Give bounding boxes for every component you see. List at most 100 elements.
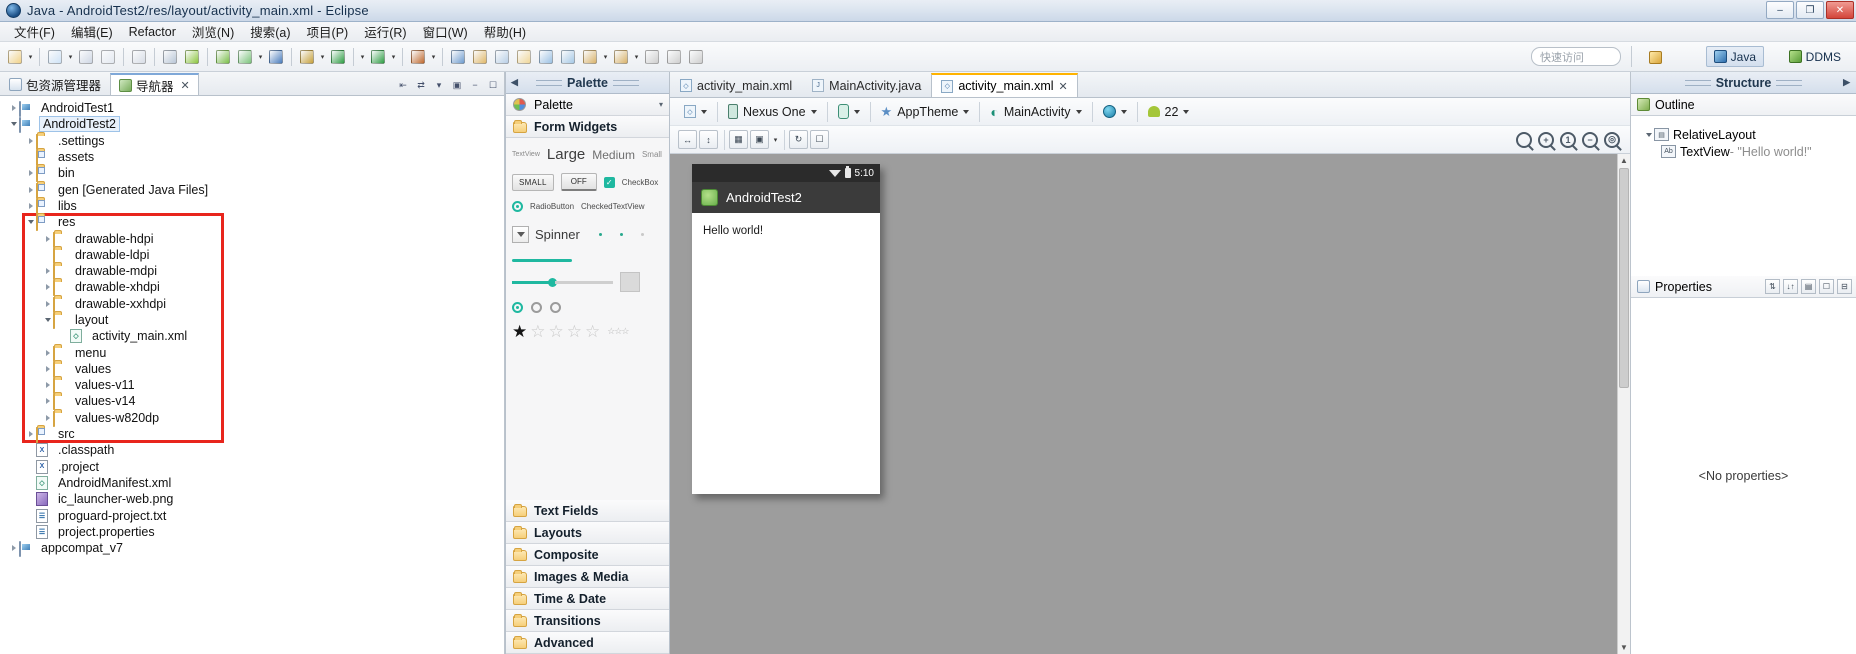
snapshot-button[interactable]: ☐ <box>810 130 829 149</box>
tab-package-explorer[interactable]: 包资源管理器 <box>0 73 110 95</box>
widget-medium-text[interactable]: Medium <box>592 148 635 162</box>
menu-refactor[interactable]: Refactor <box>121 23 184 41</box>
palette-radiogroup-row[interactable] <box>512 302 663 313</box>
tree-row[interactable]: res <box>0 214 504 232</box>
menu-run[interactable]: 运行(R) <box>356 20 414 43</box>
editor-tab-mainactivity-java[interactable]: J MainActivity.java <box>802 73 931 97</box>
tree-row[interactable]: drawable-hdpi <box>0 230 504 248</box>
perspective-ddms[interactable]: DDMS <box>1782 46 1848 67</box>
tree-row[interactable]: layout <box>0 312 504 329</box>
twisty-expanded-icon[interactable] <box>8 122 19 127</box>
tree-row[interactable]: bin <box>0 165 504 183</box>
twisty-collapsed-icon[interactable] <box>8 105 19 112</box>
palette-radio-row[interactable]: RadioButton CheckedTextView <box>512 201 663 212</box>
navigator-tree[interactable]: AndroidTest1 AndroidTest2 .settings assets b… <box>0 96 504 654</box>
collapse-all-icon[interactable]: ⇤ <box>396 78 410 92</box>
palette-row-title[interactable]: Palette ▾ <box>506 94 669 116</box>
external-tools-dropdown[interactable]: ▾ <box>429 47 438 67</box>
locale-dropdown[interactable] <box>1097 105 1133 118</box>
palette-ratingbar-row[interactable]: ★ ☆ ☆ ☆ ☆ ☆☆☆ <box>512 323 663 340</box>
minimize-button[interactable]: – <box>1766 1 1794 19</box>
tree-row[interactable]: drawable-mdpi <box>0 263 504 281</box>
device-dropdown[interactable]: Nexus One <box>722 104 823 119</box>
twisty-collapsed-icon[interactable] <box>25 137 36 144</box>
palette-category-text-fields[interactable]: Text Fields <box>506 500 669 522</box>
new-project-button[interactable] <box>492 47 512 67</box>
outline-tree[interactable]: ▤ RelativeLayout Ab TextView - "Hello wo… <box>1631 116 1856 276</box>
editor-tab-activity-main-xml-2[interactable]: ◇ activity_main.xml ✕ <box>931 73 1078 97</box>
tree-row[interactable]: ic_launcher-web.png <box>0 491 504 507</box>
build-button[interactable] <box>297 47 317 67</box>
tree-row[interactable]: values <box>0 361 504 378</box>
menu-help[interactable]: 帮助(H) <box>476 20 534 43</box>
properties-view-button[interactable]: ▤ <box>1801 279 1816 294</box>
save-all-button[interactable] <box>98 47 118 67</box>
twisty-expanded-icon[interactable] <box>25 220 36 225</box>
zoom-actual-button[interactable]: ◎ <box>1604 131 1620 148</box>
palette-textview-row[interactable]: TextView Large Medium Small BUTTON <box>512 146 669 163</box>
tree-row[interactable]: gen [Generated Java Files] <box>0 181 504 199</box>
rating-bar-icon[interactable]: ★ ☆ ☆ ☆ ☆ <box>512 323 600 340</box>
twisty-collapsed-icon[interactable] <box>42 398 53 405</box>
outline-node-textview[interactable]: Ab TextView - "Hello world!" <box>1637 143 1850 160</box>
tree-row[interactable]: drawable-xxhdpi <box>0 296 504 313</box>
open-type-button[interactable] <box>536 47 556 67</box>
menu-search[interactable]: 搜索(a) <box>242 20 298 43</box>
seekbar-icon[interactable] <box>512 277 613 287</box>
toggle-width-button[interactable]: ↔ <box>678 130 697 149</box>
small-rating-bar-icon[interactable]: ☆☆☆ <box>607 326 629 337</box>
widget-small-button[interactable]: SMALL <box>512 173 554 191</box>
widget-toggle-button[interactable]: OFF <box>560 173 597 191</box>
properties-sort-button[interactable]: ⇅ <box>1765 279 1780 294</box>
palette-category-layouts[interactable]: Layouts <box>506 522 669 544</box>
tree-row[interactable]: AndroidTest1 <box>0 100 504 118</box>
tree-row[interactable]: values-v14 <box>0 393 504 411</box>
view-menu-icon[interactable]: ▾ <box>432 78 446 92</box>
widget-small-text[interactable]: Small <box>642 150 662 159</box>
widget-radiobutton-label[interactable]: RadioButton <box>530 202 574 211</box>
zoom-in-button[interactable]: + <box>1538 131 1554 148</box>
tab-navigator[interactable]: 导航器 ✕ <box>110 73 199 95</box>
menu-window[interactable]: 窗口(W) <box>415 20 476 43</box>
run-button[interactable] <box>328 47 348 67</box>
new-class-button[interactable] <box>448 47 468 67</box>
radio-group-icon[interactable] <box>512 302 561 313</box>
search-button[interactable] <box>558 47 578 67</box>
tree-row[interactable]: ◇ AndroidManifest.xml <box>0 475 504 491</box>
palette-buttons-row[interactable]: SMALL OFF ✓ CheckBox <box>512 173 663 191</box>
orientation-dropdown[interactable] <box>832 104 866 119</box>
radio-button-icon[interactable] <box>512 201 523 212</box>
show-grid-button[interactable]: ▦ <box>729 130 748 149</box>
tree-row[interactable]: X .project <box>0 459 504 475</box>
tree-row[interactable]: drawable-ldpi <box>0 247 504 264</box>
quick-fix-button[interactable] <box>160 47 180 67</box>
tree-row[interactable]: values-v11 <box>0 377 504 395</box>
palette-category-time-date[interactable]: Time & Date <box>506 588 669 610</box>
palette-category-form-widgets[interactable]: Form Widgets <box>506 116 669 138</box>
palette-spinner-row[interactable]: Spinner <box>512 226 663 243</box>
tab-navigator-close-icon[interactable]: ✕ <box>181 79 190 92</box>
tree-row[interactable]: AndroidTest2 <box>0 116 504 134</box>
tree-row[interactable]: ☰ project.properties <box>0 524 504 540</box>
palette-menu-chevron-icon[interactable]: ▾ <box>659 100 663 109</box>
menu-edit[interactable]: 编辑(E) <box>63 20 121 43</box>
new-dropdown[interactable]: ▾ <box>26 47 35 67</box>
zoom-out-button[interactable]: − <box>1582 131 1598 148</box>
back-dropdown[interactable]: ▾ <box>601 47 610 67</box>
print-button[interactable] <box>129 47 149 67</box>
twisty-collapsed-icon[interactable] <box>42 365 53 372</box>
twisty-collapsed-icon[interactable] <box>42 235 53 242</box>
tree-row[interactable]: appcompat_v7 <box>0 540 504 558</box>
scroll-up-icon[interactable]: ▲ <box>1620 156 1628 165</box>
progress-bar-icon[interactable] <box>512 259 572 262</box>
editor-tab-activity-main-xml-1[interactable]: ◇ activity_main.xml <box>670 73 802 97</box>
close-button[interactable]: ✕ <box>1826 1 1854 19</box>
next-annotation-button[interactable] <box>686 47 706 67</box>
tree-row[interactable]: src <box>0 426 504 444</box>
new-wizard-button[interactable] <box>45 47 65 67</box>
open-perspective-button[interactable] <box>1644 47 1666 67</box>
structure-expand-icon[interactable]: ▶ <box>1843 77 1850 88</box>
toggle-height-button[interactable]: ↕ <box>699 130 718 149</box>
twisty-collapsed-icon[interactable] <box>42 414 53 421</box>
api-level-dropdown[interactable]: 22 <box>1142 105 1196 119</box>
